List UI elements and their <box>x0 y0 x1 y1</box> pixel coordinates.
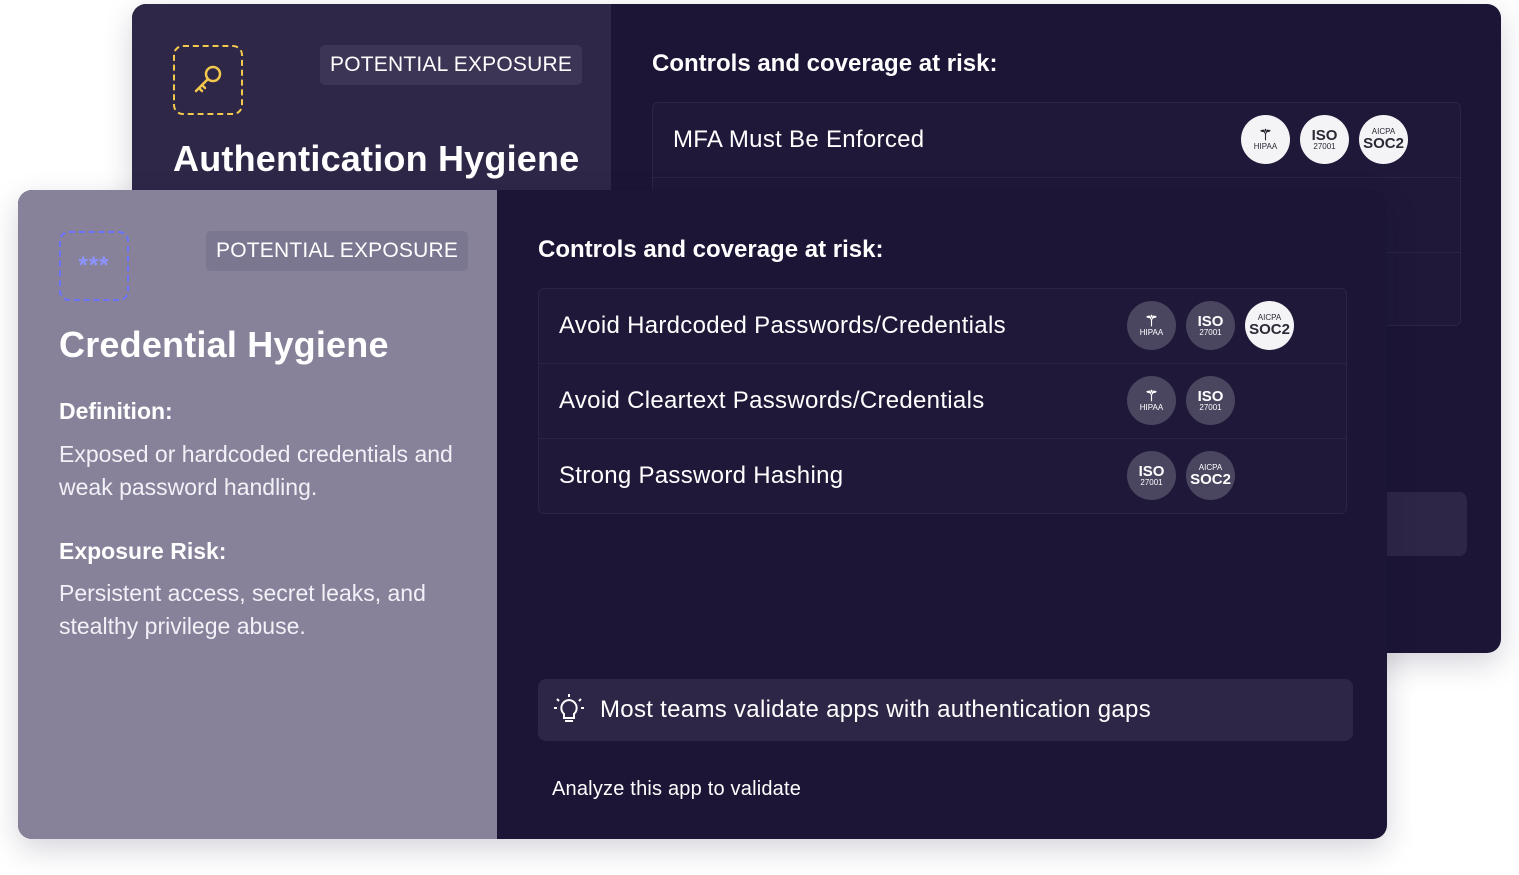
definition-text: Exposed or hardcoded credentials and wea… <box>59 441 453 500</box>
iso-27001-logo: ISO 27001 <box>1127 451 1176 500</box>
iso-number: 27001 <box>1199 403 1222 412</box>
control-label: Avoid Hardcoded Passwords/Credentials <box>559 312 1006 339</box>
exposure-risk-text: Persistent access, secret leaks, and ste… <box>59 580 426 639</box>
aicpa-soc2-logo: AICPA SOC2 <box>1245 301 1294 350</box>
potential-exposure-badge: POTENTIAL EXPOSURE <box>206 231 469 271</box>
iso-number: 27001 <box>1140 478 1163 487</box>
controls-list: Avoid Hardcoded Passwords/Credentials ⚚ … <box>538 288 1347 514</box>
tip-banner: Most teams validate apps with authentica… <box>538 679 1353 741</box>
soc2-text: SOC2 <box>1363 135 1404 152</box>
tip-text: Most teams validate apps with authentica… <box>600 696 1152 723</box>
framework-logos: ⚚ HIPAA ISO 27001 <box>1127 376 1235 425</box>
hipaa-logo: ⚚ HIPAA <box>1241 115 1290 164</box>
controls-section-title: Controls and coverage at risk: <box>652 50 998 77</box>
control-row[interactable]: Strong Password Hashing ISO 27001 AICPA … <box>539 439 1346 513</box>
definition-label: Definition: <box>59 398 173 424</box>
analyze-app-link[interactable]: Analyze this app to validate <box>552 778 801 801</box>
lightbulb-icon <box>554 694 584 722</box>
card-left-panel: *** POTENTIAL EXPOSURE Credential Hygien… <box>18 190 497 839</box>
hipaa-text: HIPAA <box>1139 328 1164 337</box>
iso-text: ISO <box>1311 127 1338 144</box>
iso-27001-logo: ISO 27001 <box>1186 301 1235 350</box>
control-label: Strong Password Hashing <box>559 462 844 489</box>
asterisks-icon: *** <box>78 252 110 279</box>
card-title: Authentication Hygiene <box>173 138 580 179</box>
key-icon <box>173 45 243 115</box>
password-asterisk-icon: *** <box>59 231 129 301</box>
hipaa-text: HIPAA <box>1253 142 1278 151</box>
aicpa-soc2-logo: AICPA SOC2 <box>1186 451 1235 500</box>
exposure-risk-label: Exposure Risk: <box>59 538 227 564</box>
framework-logos: ⚚ HIPAA ISO 27001 AICPA SOC2 <box>1127 301 1294 350</box>
iso-text: ISO <box>1197 313 1224 330</box>
hipaa-logo: ⚚ HIPAA <box>1127 376 1176 425</box>
hipaa-caduceus-icon: ⚚ <box>1144 313 1159 330</box>
control-row[interactable]: Avoid Cleartext Passwords/Credentials ⚚ … <box>539 364 1346 439</box>
iso-27001-logo: ISO 27001 <box>1300 115 1349 164</box>
control-row[interactable]: Avoid Hardcoded Passwords/Credentials ⚚ … <box>539 289 1346 364</box>
framework-logos: ISO 27001 AICPA SOC2 <box>1127 451 1235 500</box>
control-row[interactable]: MFA Must Be Enforced ⚚ HIPAA ISO 27001 A… <box>653 103 1460 178</box>
control-label: Avoid Cleartext Passwords/Credentials <box>559 387 985 414</box>
iso-number: 27001 <box>1313 142 1336 151</box>
hipaa-text: HIPAA <box>1139 403 1164 412</box>
soc2-text: SOC2 <box>1190 471 1231 488</box>
hipaa-caduceus-icon: ⚚ <box>1258 127 1273 144</box>
credential-hygiene-card: *** POTENTIAL EXPOSURE Credential Hygien… <box>18 190 1387 839</box>
card-title: Credential Hygiene <box>59 324 389 365</box>
iso-text: ISO <box>1138 463 1165 480</box>
controls-section-title: Controls and coverage at risk: <box>538 236 884 263</box>
hipaa-logo: ⚚ HIPAA <box>1127 301 1176 350</box>
card-right-panel: Controls and coverage at risk: Avoid Har… <box>497 190 1387 839</box>
iso-text: ISO <box>1197 388 1224 405</box>
iso-27001-logo: ISO 27001 <box>1186 376 1235 425</box>
soc2-text: SOC2 <box>1249 321 1290 338</box>
hipaa-caduceus-icon: ⚚ <box>1144 388 1159 405</box>
control-label: MFA Must Be Enforced <box>673 126 925 153</box>
iso-number: 27001 <box>1199 328 1222 337</box>
aicpa-soc2-logo: AICPA SOC2 <box>1359 115 1408 164</box>
potential-exposure-badge: POTENTIAL EXPOSURE <box>320 45 583 85</box>
framework-logos: ⚚ HIPAA ISO 27001 AICPA SOC2 <box>1241 115 1408 164</box>
